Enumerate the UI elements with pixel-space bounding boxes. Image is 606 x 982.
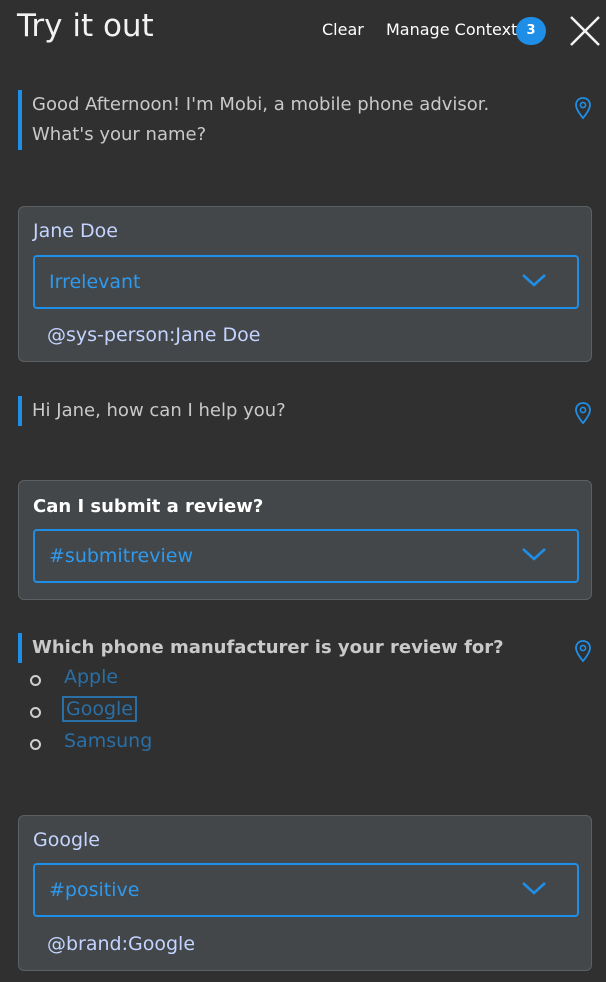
clear-button[interactable]: Clear	[322, 20, 364, 39]
entity-label[interactable]: @brand:Google	[47, 933, 195, 955]
location-pin-icon[interactable]	[573, 401, 593, 425]
bot-message: Which phone manufacturer is your review …	[18, 633, 504, 663]
intent-select[interactable]: #submitreview	[33, 529, 579, 583]
bullet	[30, 675, 41, 686]
user-message-card: Can I submit a review? #submitreview	[18, 480, 592, 600]
chevron-down-icon	[522, 548, 546, 561]
entity-label[interactable]: @sys-person:Jane Doe	[47, 324, 260, 346]
location-pin-icon[interactable]	[573, 96, 593, 120]
option-apple[interactable]: Apple	[64, 666, 118, 688]
option-samsung[interactable]: Samsung	[64, 730, 152, 752]
bot-message: Good Afternoon! I'm Mobi, a mobile phone…	[18, 90, 489, 150]
option-google[interactable]: Google	[62, 696, 138, 722]
manage-context-button[interactable]: Manage Context	[386, 20, 517, 39]
panel-title: Try it out	[17, 8, 154, 44]
bot-message-line: Hi Jane, how can I help you?	[32, 400, 286, 421]
bot-message: Hi Jane, how can I help you?	[18, 396, 286, 426]
chevron-down-icon	[522, 274, 546, 287]
close-button[interactable]	[566, 12, 604, 50]
intent-value: #submitreview	[49, 545, 193, 567]
user-message-text: Google	[33, 829, 101, 851]
intent-select[interactable]: #positive	[33, 863, 579, 917]
bullet	[30, 739, 41, 750]
bot-message-line: What's your name?	[32, 124, 207, 145]
bullet	[30, 707, 41, 718]
intent-select[interactable]: Irrelevant	[33, 255, 579, 309]
chevron-down-icon	[522, 882, 546, 895]
header: Try it out Clear Manage Context 3	[0, 0, 606, 64]
intent-value: #positive	[49, 879, 140, 901]
user-message-card: Google #positive @brand:Google	[18, 815, 592, 971]
intent-value: Irrelevant	[49, 271, 141, 293]
bot-message-line: Which phone manufacturer is your review …	[32, 637, 504, 658]
user-message-text: Can I submit a review?	[33, 496, 264, 517]
location-pin-icon[interactable]	[573, 639, 593, 663]
context-count-badge[interactable]: 3	[516, 17, 546, 45]
close-icon	[570, 16, 600, 46]
bot-message-line: Good Afternoon! I'm Mobi, a mobile phone…	[32, 94, 490, 115]
user-message-text: Jane Doe	[33, 220, 118, 242]
user-message-card: Jane Doe Irrelevant @sys-person:Jane Doe	[18, 206, 592, 362]
